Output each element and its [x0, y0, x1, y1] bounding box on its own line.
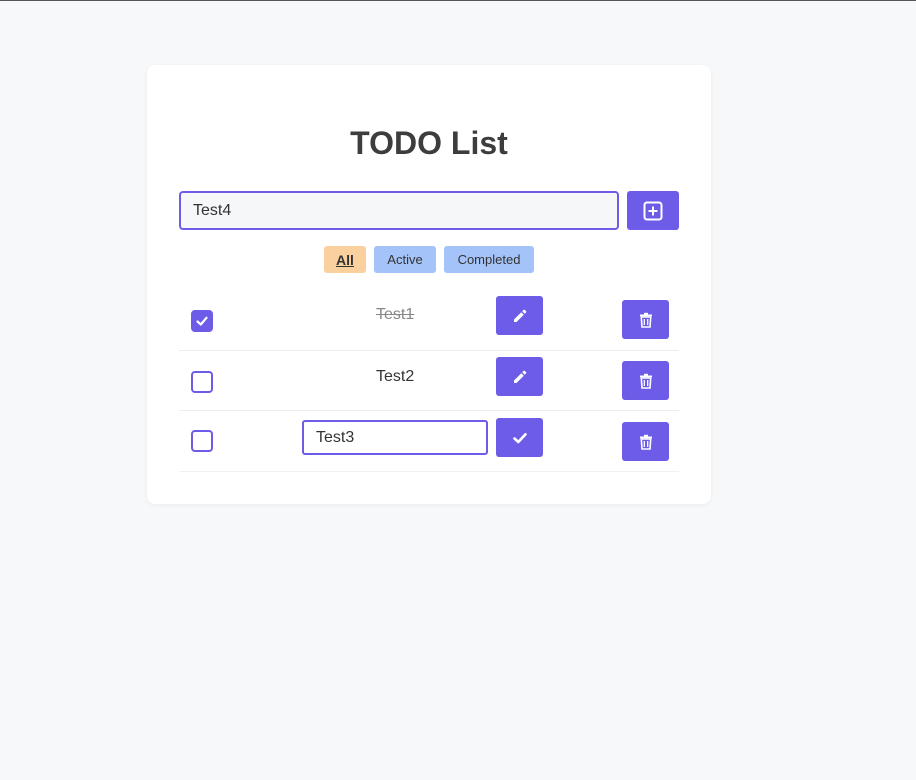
- checkmark-icon: [195, 314, 209, 328]
- todo-checkbox[interactable]: [191, 430, 213, 452]
- trash-icon: [639, 312, 653, 328]
- pencil-icon: [512, 308, 528, 324]
- delete-button[interactable]: [622, 300, 669, 339]
- edit-button[interactable]: [496, 296, 543, 335]
- todo-checkbox[interactable]: [191, 310, 213, 332]
- todo-checkbox[interactable]: [191, 371, 213, 393]
- pencil-icon: [512, 369, 528, 385]
- todo-row: Test1: [179, 290, 679, 351]
- delete-button[interactable]: [622, 361, 669, 400]
- todo-text: Test1: [376, 306, 415, 323]
- new-todo-input[interactable]: [179, 191, 619, 230]
- trash-icon: [639, 434, 653, 450]
- filter-active-button[interactable]: Active: [374, 246, 436, 273]
- plus-square-icon: [643, 201, 663, 221]
- todo-card: TODO List All Active Completed Test1: [147, 65, 711, 504]
- window-top-border: [0, 0, 916, 1]
- filter-bar: All Active Completed: [147, 246, 711, 273]
- filter-completed-button[interactable]: Completed: [444, 246, 534, 273]
- filter-all-button[interactable]: All: [324, 246, 366, 273]
- todo-row: Test2: [179, 351, 679, 411]
- trash-icon: [639, 373, 653, 389]
- save-edit-button[interactable]: [496, 418, 543, 457]
- page-title: TODO List: [350, 125, 508, 161]
- delete-button[interactable]: [622, 422, 669, 461]
- add-todo-button[interactable]: [627, 191, 679, 230]
- edit-button[interactable]: [496, 357, 543, 396]
- edit-todo-input[interactable]: [302, 420, 488, 455]
- todo-row: [179, 411, 679, 472]
- todo-text: Test2: [376, 368, 415, 385]
- check-icon: [512, 430, 528, 446]
